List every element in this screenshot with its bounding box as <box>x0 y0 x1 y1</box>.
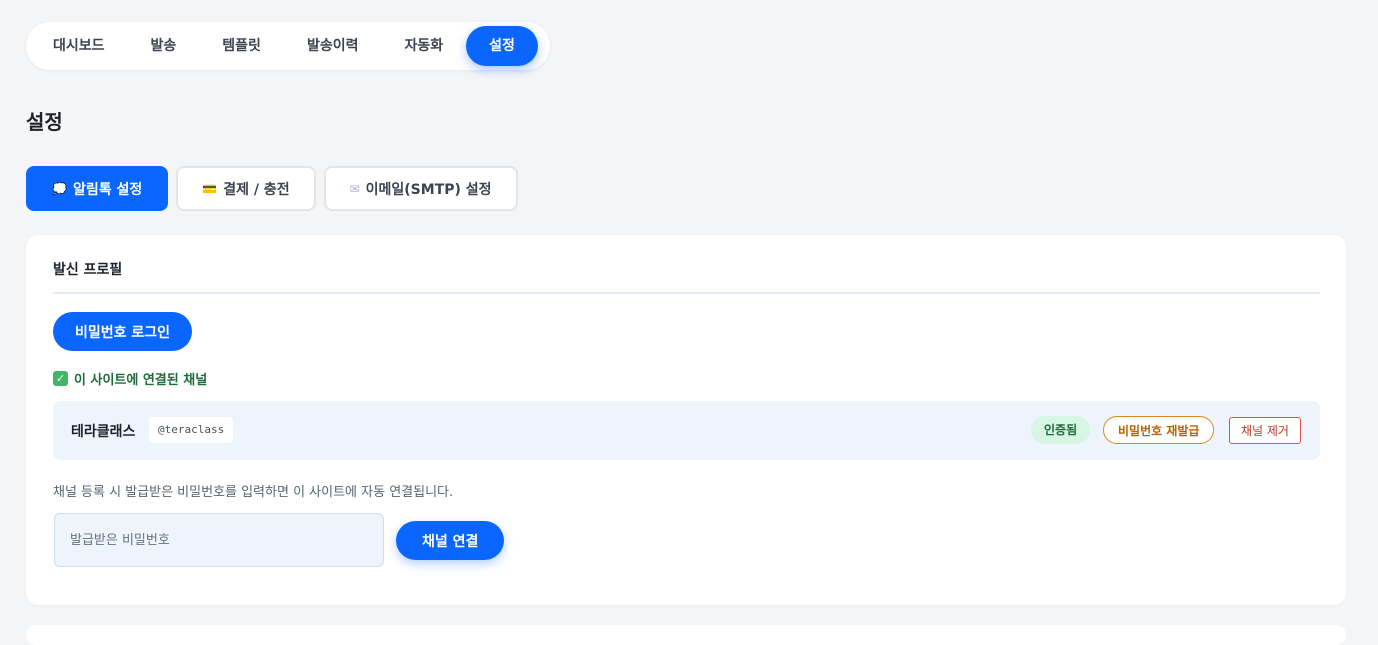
nav-item-automation[interactable]: 자동화 <box>381 26 466 66</box>
speech-bubble-icon: 💭 <box>52 181 67 196</box>
page-title: 설정 <box>26 110 63 134</box>
status-badge: 인증됨 <box>1031 416 1091 444</box>
nav-item-send-history[interactable]: 발송이력 <box>284 26 382 66</box>
top-nav: 대시보드 발송 템플릿 발송이력 자동화 설정 <box>26 22 550 70</box>
tab-payment-charge[interactable]: 💳 결제 / 충전 <box>176 166 316 211</box>
tab-label: 결제 / 충전 <box>223 181 290 198</box>
sender-profile-card: 발신 프로필 비밀번호 로그인 ✓ 이 사이트에 연결된 채널 테라클래스 @t… <box>26 235 1346 605</box>
channel-name: 테라클래스 <box>71 424 136 440</box>
reissue-password-button[interactable]: 비밀번호 재발급 <box>1103 416 1215 444</box>
next-card <box>26 625 1346 645</box>
linked-channel-label: 이 사이트에 연결된 채널 <box>74 373 208 388</box>
envelope-icon: ✉ <box>349 181 360 196</box>
tab-label: 이메일(SMTP) 설정 <box>365 181 492 198</box>
password-input[interactable] <box>54 513 384 567</box>
password-login-button[interactable]: 비밀번호 로그인 <box>53 312 193 351</box>
nav-item-settings[interactable]: 설정 <box>466 26 538 66</box>
channel-handle: @teraclass <box>149 417 234 443</box>
helper-text: 채널 등록 시 발급받은 비밀번호를 입력하면 이 사이트에 자동 연결됩니다. <box>53 485 454 500</box>
remove-channel-button[interactable]: 채널 제거 <box>1229 417 1301 444</box>
check-icon: ✓ <box>53 371 68 386</box>
credit-card-icon: 💳 <box>202 181 218 196</box>
tab-alimtalk-settings[interactable]: 💭 알림톡 설정 <box>26 166 169 211</box>
nav-item-send[interactable]: 발송 <box>128 26 200 66</box>
channel-row: 테라클래스 @teraclass 인증됨 비밀번호 재발급 채널 제거 <box>53 401 1320 460</box>
card-title: 발신 프로필 <box>53 262 123 278</box>
nav-item-templates[interactable]: 템플릿 <box>199 26 284 66</box>
nav-item-dashboard[interactable]: 대시보드 <box>30 26 128 66</box>
connect-channel-button[interactable]: 채널 연결 <box>396 521 505 560</box>
linked-channel-heading: ✓ 이 사이트에 연결된 채널 <box>53 369 207 388</box>
divider <box>53 292 1320 294</box>
tab-email-smtp-settings[interactable]: ✉ 이메일(SMTP) 설정 <box>323 166 518 211</box>
tab-label: 알림톡 설정 <box>72 181 143 198</box>
settings-tabs: 💭 알림톡 설정 💳 결제 / 충전 ✉ 이메일(SMTP) 설정 <box>26 166 518 211</box>
